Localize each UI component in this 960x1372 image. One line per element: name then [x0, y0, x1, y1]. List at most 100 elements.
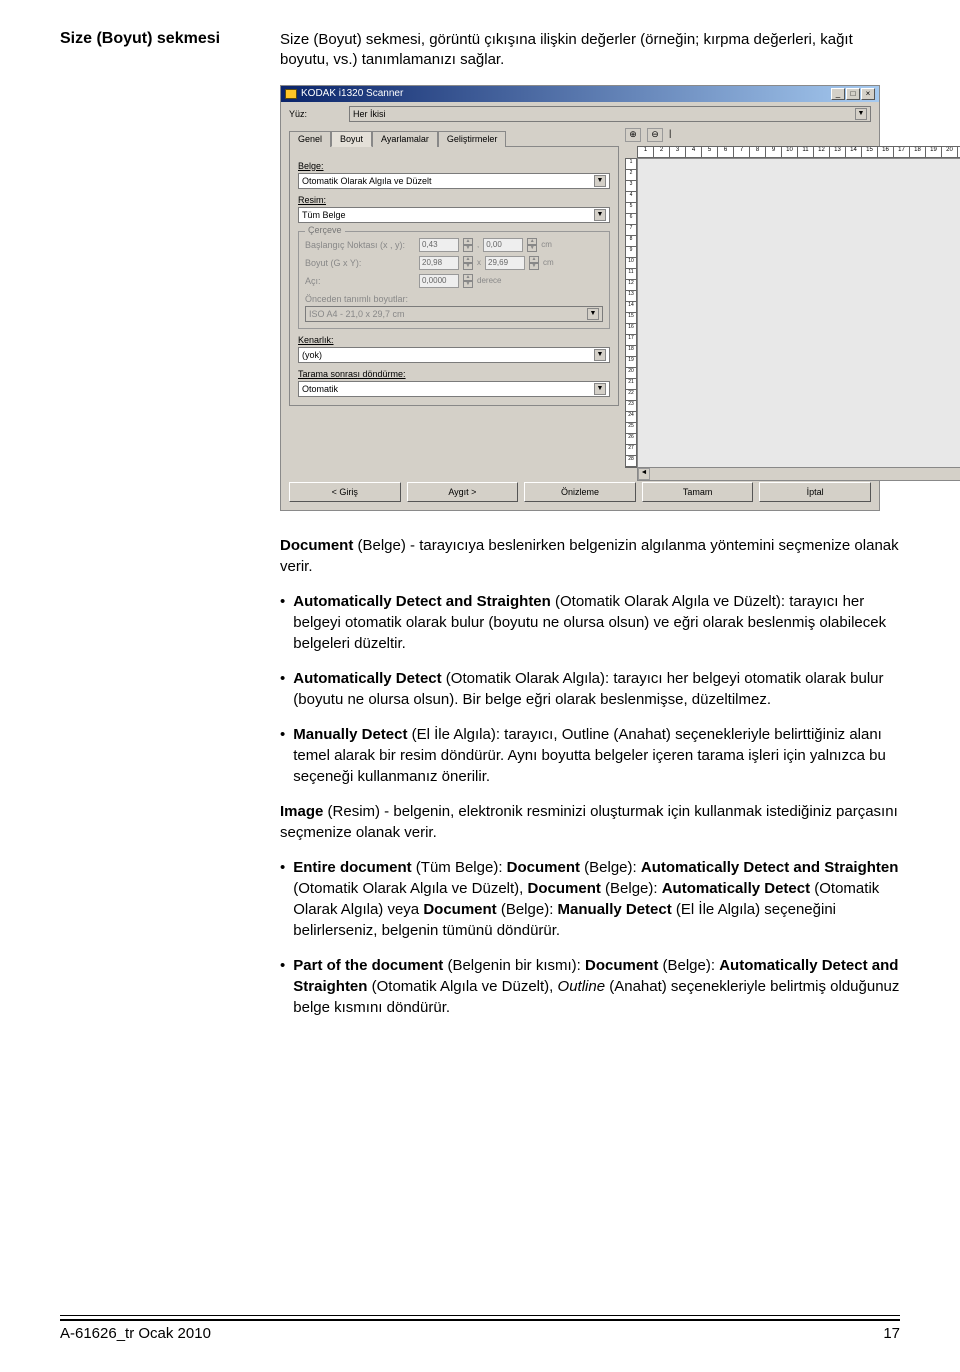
bullet-text: (Otomatik Algıla ve Düzelt), — [367, 978, 557, 995]
chevron-down-icon: ▼ — [594, 175, 606, 187]
chevron-down-icon: ▼ — [594, 209, 606, 221]
footer-left: A-61626_tr Ocak 2010 — [60, 1325, 211, 1342]
ruler-tick: 5 — [626, 203, 636, 214]
document-combo-value: Otomatik Olarak Algıla ve Düzelt — [302, 176, 432, 186]
spinner-down-icon[interactable]: ▼ — [463, 281, 473, 288]
ruler-tick: 27 — [626, 445, 636, 456]
spinner-up-icon[interactable]: ▲ — [527, 238, 537, 245]
image-combo[interactable]: Tüm Belge ▼ — [298, 207, 610, 223]
ruler-tick: 10 — [626, 258, 636, 269]
document-combo[interactable]: Otomatik Olarak Algıla ve Düzelt ▼ — [298, 173, 610, 189]
bullet-auto-detect: • Automatically Detect (Otomatik Olarak … — [280, 668, 900, 710]
device-button[interactable]: Aygıt > — [407, 482, 519, 502]
back-button[interactable]: < Giriş — [289, 482, 401, 502]
origin-unit: cm — [541, 240, 552, 249]
ruler-tick: 4 — [686, 147, 702, 157]
ruler-tick: 7 — [626, 225, 636, 236]
size-sep: x — [477, 258, 481, 267]
spinner-down-icon[interactable]: ▼ — [527, 245, 537, 252]
side-combo-value: Her İkisi — [353, 109, 386, 119]
app-icon — [285, 89, 297, 99]
scroll-left-icon[interactable]: ◄ — [638, 468, 650, 480]
zoom-out-icon[interactable]: ⊖ — [647, 128, 663, 142]
ruler-tick: 19 — [926, 147, 942, 157]
origin-x-input[interactable]: 0,43 — [419, 238, 459, 252]
preset-combo-value: ISO A4 - 21,0 x 29,7 cm — [309, 309, 405, 319]
document-bold: Document — [280, 537, 353, 554]
angle-input[interactable]: 0,0000 — [419, 274, 459, 288]
tab-size[interactable]: Boyut — [331, 131, 372, 147]
ruler-tick: 10 — [782, 147, 798, 157]
ok-button[interactable]: Tamam — [642, 482, 754, 502]
intro-paragraph: Size (Boyut) sekmesi, görüntü çıkışına i… — [280, 30, 900, 71]
spinner-up-icon[interactable]: ▲ — [463, 274, 473, 281]
window-close-button[interactable]: × — [861, 88, 875, 100]
ruler-tick: 9 — [626, 247, 636, 258]
rotate-label: Tarama sonrası döndürme: — [298, 369, 610, 379]
window-maximize-button[interactable]: □ — [846, 88, 860, 100]
spinner-up-icon[interactable]: ▲ — [463, 238, 473, 245]
spinner-up-icon[interactable]: ▲ — [463, 256, 473, 263]
bullet-dot: • — [280, 724, 285, 787]
ruler-tick: 2 — [626, 170, 636, 181]
size-w-input[interactable]: 20,98 — [419, 256, 459, 270]
bullet-auto-detect-straighten: • Automatically Detect and Straighten (O… — [280, 591, 900, 654]
bullet-bold: Automatically Detect and Straighten — [641, 859, 899, 876]
ruler-tick: 15 — [626, 313, 636, 324]
side-combo[interactable]: Her İkisi ▼ — [349, 106, 871, 122]
ruler-tick: 16 — [878, 147, 894, 157]
origin-y-input[interactable]: 0,00 — [483, 238, 523, 252]
spinner-down-icon[interactable]: ▼ — [463, 263, 473, 270]
preset-label: Önceden tanımlı boyutlar: — [305, 294, 603, 304]
rotate-combo-value: Otomatik — [302, 384, 338, 394]
zoom-in-icon[interactable]: ⊕ — [625, 128, 641, 142]
ruler-horizontal: 12345678910111213141516171819202122 — [637, 146, 960, 158]
image-text: (Resim) - belgenin, elektronik resminizi… — [280, 803, 898, 841]
bullet-bold: Automatically Detect and Straighten — [293, 593, 551, 610]
preview-button[interactable]: Önizleme — [524, 482, 636, 502]
scrollbar-horizontal[interactable]: ◄ ► — [637, 467, 960, 481]
chevron-down-icon: ▼ — [594, 383, 606, 395]
bullet-dot: • — [280, 668, 285, 710]
ruler-tick: 13 — [626, 291, 636, 302]
chevron-down-icon: ▼ — [587, 308, 599, 320]
ruler-tick: 21 — [626, 379, 636, 390]
image-paragraph: Image (Resim) - belgenin, elektronik res… — [280, 801, 900, 843]
preview-canvas[interactable] — [637, 158, 960, 468]
tab-general[interactable]: Genel — [289, 131, 331, 147]
tab-enhancements[interactable]: Geliştirmeler — [438, 131, 507, 147]
bullet-bold: Document — [507, 859, 580, 876]
bullet-bold: Automatically Detect — [662, 880, 810, 897]
ruler-tick: 14 — [626, 302, 636, 313]
tab-adjustments[interactable]: Ayarlamalar — [372, 131, 438, 147]
bullet-text: (Tüm Belge): — [412, 859, 507, 876]
border-combo[interactable]: (yok) ▼ — [298, 347, 610, 363]
document-paragraph: Document (Belge) - tarayıcıya beslenirke… — [280, 535, 900, 577]
bullet-bold: Manually Detect — [293, 726, 407, 743]
angle-unit: derece — [477, 276, 501, 285]
rotate-combo[interactable]: Otomatik ▼ — [298, 381, 610, 397]
ruler-vertical: 1234567891011121314151617181920212223242… — [625, 158, 637, 468]
border-label: Kenarlık: — [298, 335, 610, 345]
ruler-tick: 8 — [626, 236, 636, 247]
bullet-bold: Manually Detect — [558, 901, 672, 918]
size-h-input[interactable]: 29,69 — [485, 256, 525, 270]
ruler-tick: 17 — [626, 335, 636, 346]
bullet-italic: Outline — [558, 978, 606, 995]
dialog-titlebar: KODAK i1320 Scanner _ □ × — [281, 86, 879, 102]
ruler-tick: 14 — [846, 147, 862, 157]
cancel-button[interactable]: İptal — [759, 482, 871, 502]
size-label: Boyut (G x Y): — [305, 258, 415, 268]
spinner-up-icon[interactable]: ▲ — [529, 256, 539, 263]
ruler-tick: 17 — [894, 147, 910, 157]
spinner-down-icon[interactable]: ▼ — [463, 245, 473, 252]
ruler-tick: 5 — [702, 147, 718, 157]
ruler-tick: 12 — [626, 280, 636, 291]
ruler-tick: 11 — [626, 269, 636, 280]
window-minimize-button[interactable]: _ — [831, 88, 845, 100]
ruler-tick: 19 — [626, 357, 636, 368]
preset-combo[interactable]: ISO A4 - 21,0 x 29,7 cm ▼ — [305, 306, 603, 322]
spinner-down-icon[interactable]: ▼ — [529, 263, 539, 270]
ruler-tick: 24 — [626, 412, 636, 423]
ruler-tick: 13 — [830, 147, 846, 157]
